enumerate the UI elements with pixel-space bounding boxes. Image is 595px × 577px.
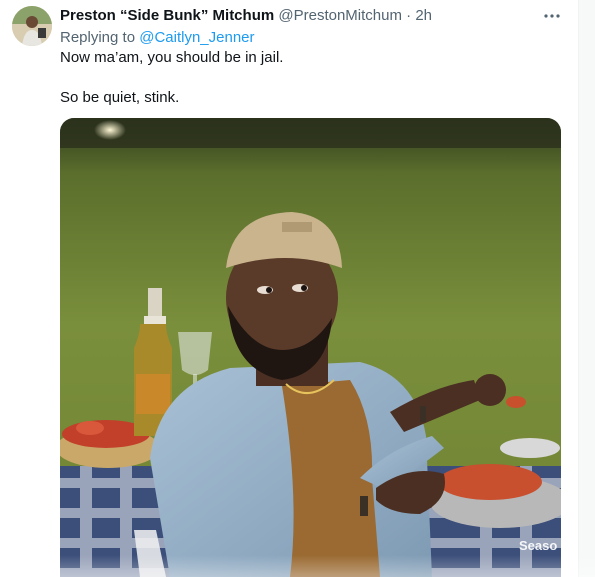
tweet-timestamp[interactable]: 2h [415,7,432,24]
author-handle[interactable]: @PrestonMitchum [278,7,402,24]
author-display-name[interactable]: Preston “Side Bunk” Mitchum [60,7,274,24]
media-watermark: Seaso [519,538,558,553]
author-avatar[interactable] [12,6,52,46]
tweet-page: Preston “Side Bunk” Mitchum @PrestonMitc… [0,0,595,577]
reply-prefix: Replying to [60,29,136,46]
tweet-media-image[interactable]: Seaso [60,118,561,577]
tweet-text-line: Now ma’am, you should be in jail. [60,49,284,66]
scroll-edge [578,0,595,577]
tweet-text: Now ma’am, you should be in jail. So be … [60,48,283,108]
media-photo [60,118,561,577]
avatar-image [12,6,52,46]
reply-context: Replying to @Caitlyn_Jenner [60,28,255,48]
reply-mention-link[interactable]: @Caitlyn_Jenner [139,29,254,46]
tweet-text-line: So be quiet, stink. [60,89,180,106]
tweet-header: Preston “Side Bunk” Mitchum @PrestonMitc… [60,6,432,26]
more-options-icon[interactable] [540,6,564,26]
more-horizontal-icon [544,14,560,18]
header-separator: · [406,7,412,24]
